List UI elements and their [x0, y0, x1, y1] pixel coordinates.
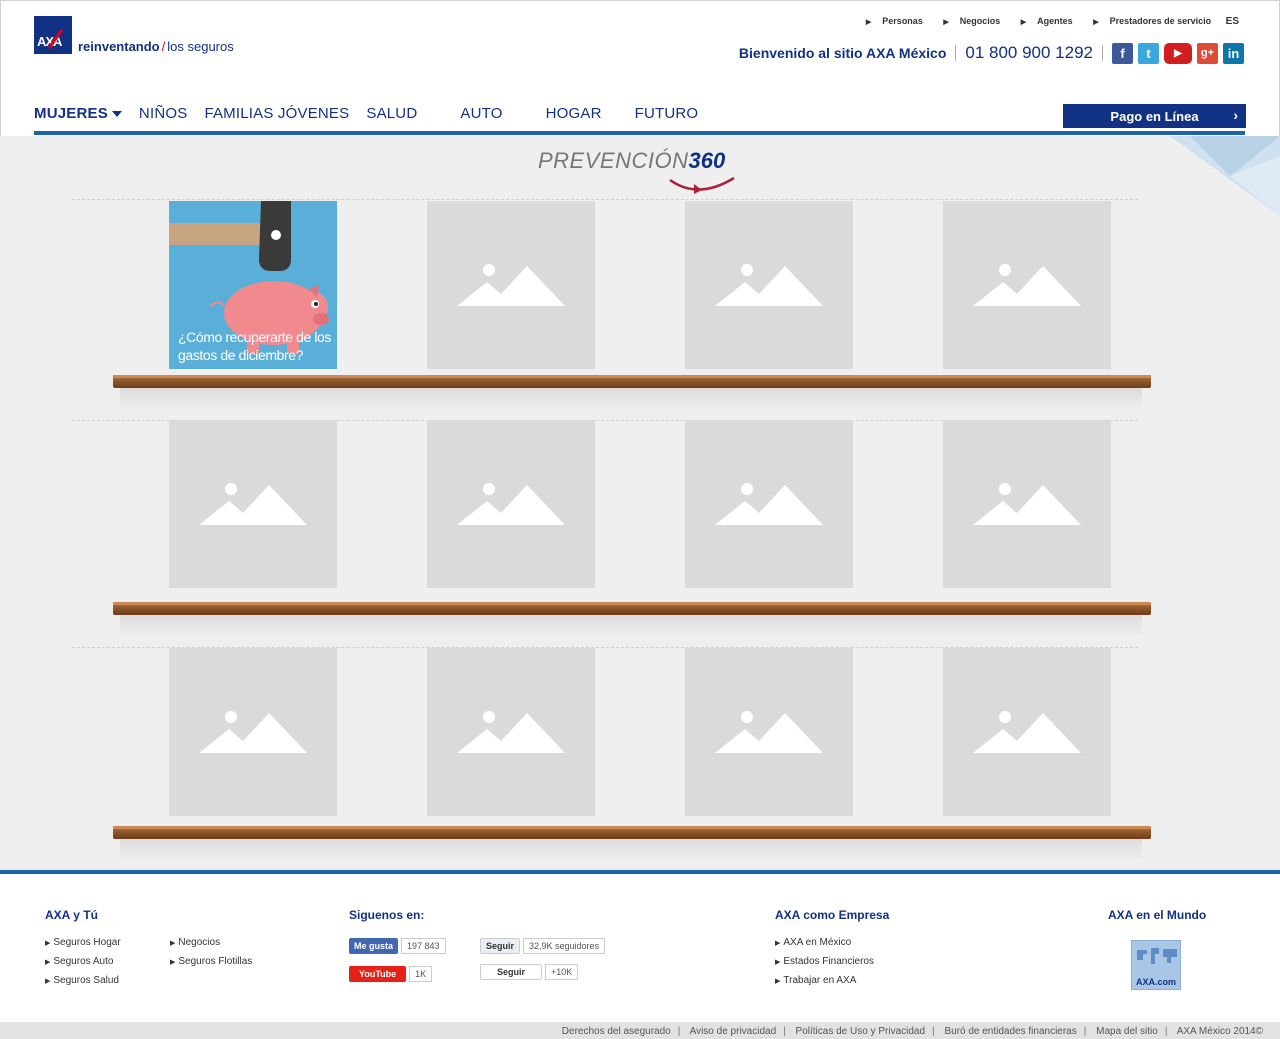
- article-tile-placeholder[interactable]: [169, 420, 337, 588]
- chevron-right-icon: ›: [1233, 107, 1238, 123]
- nav-item-familias[interactable]: FAMILIAS JÓVENES: [204, 105, 349, 122]
- footer-link[interactable]: ▶ Estados Financieros: [775, 953, 874, 972]
- footer-heading-empresa: AXA como Empresa: [775, 908, 890, 922]
- footer-links-col1: ▶ Seguros Hogar ▶ Seguros Auto ▶ Seguros Sa…: [45, 934, 121, 991]
- shelf: [113, 602, 1151, 615]
- nav-item-futuro[interactable]: FUTURO: [635, 105, 699, 122]
- youtube-subscribe-widget[interactable]: YouTube 1K: [349, 966, 433, 982]
- twitter-icon[interactable]: t: [1138, 42, 1159, 64]
- article-tile-placeholder[interactable]: [943, 648, 1111, 816]
- footer-link[interactable]: ▶ Seguros Auto: [45, 953, 121, 972]
- swoosh-icon: [669, 176, 735, 194]
- google-plus-icon[interactable]: g+: [1197, 42, 1218, 64]
- image-placeholder-icon: [973, 483, 1081, 525]
- nav-item-salud[interactable]: SALUD: [366, 105, 417, 122]
- featured-caption: ¿Cómo recuperarte de los gastos de dicie…: [178, 329, 332, 363]
- divider: [955, 45, 957, 61]
- footer-link[interactable]: ▶ Seguros Hogar: [45, 934, 121, 953]
- footer-link[interactable]: ▶ Seguros Salud: [45, 972, 121, 991]
- image-placeholder-icon: [973, 264, 1081, 306]
- image-placeholder-icon: [715, 483, 823, 525]
- language-selector[interactable]: ES: [1226, 16, 1239, 27]
- top-link-personas[interactable]: ▶ Personas: [857, 16, 923, 26]
- nav-item-hogar[interactable]: HOGAR: [546, 105, 602, 122]
- facebook-icon[interactable]: f: [1112, 42, 1133, 64]
- article-tile-placeholder[interactable]: [169, 648, 337, 816]
- facebook-like-widget[interactable]: Me gusta 197 843: [349, 938, 446, 954]
- featured-article-tile[interactable]: ¿Cómo recuperarte de los gastos de dicie…: [169, 201, 337, 369]
- shelf: [113, 375, 1151, 388]
- legal-link[interactable]: Políticas de Uso y Privacidad: [796, 1026, 926, 1037]
- footer-link[interactable]: ▶ Seguros Flotillas: [170, 953, 252, 972]
- top-link-agentes[interactable]: ▶ Agentes: [1012, 16, 1073, 26]
- top-link-negocios[interactable]: ▶ Negocios: [934, 16, 1000, 26]
- article-tile-placeholder[interactable]: [685, 201, 853, 369]
- top-link-prestadores[interactable]: ▶ Prestadores de servicio: [1084, 16, 1211, 26]
- legal-bar: Derechos del asegurado | Aviso de privaci…: [0, 1022, 1280, 1039]
- image-placeholder-icon: [199, 483, 307, 525]
- footer-link[interactable]: ▶ Trabajar en AXA: [775, 972, 874, 991]
- main-nav: MUJERES NIÑOS FAMILIAS JÓVENES SALUD AUT…: [34, 103, 715, 123]
- phone-number[interactable]: 01 800 900 1292: [965, 43, 1093, 63]
- welcome-bar: Bienvenido al sitio AXA México 01 800 90…: [739, 41, 1244, 65]
- nav-item-mujeres[interactable]: MUJERES: [34, 105, 122, 122]
- legal-link[interactable]: Mapa del sitio: [1096, 1026, 1158, 1037]
- chevron-down-icon: [111, 110, 122, 117]
- image-placeholder-icon: [457, 711, 565, 753]
- article-tile-placeholder[interactable]: [427, 420, 595, 588]
- top-links: ▶ Personas ▶ Negocios ▶ Agentes ▶ Prestadore…: [848, 16, 1239, 27]
- site-header: AXA reinventando / los seguros ▶ Personas ▶…: [0, 0, 1280, 136]
- footer-heading-axa-tu: AXA y Tú: [45, 908, 98, 922]
- article-tile-placeholder[interactable]: [685, 420, 853, 588]
- footer-heading-social: Siguenos en:: [349, 908, 425, 922]
- site-footer: AXA y Tú ▶ Seguros Hogar ▶ Seguros Auto ▶ S…: [0, 870, 1280, 1039]
- linkedin-icon[interactable]: in: [1223, 42, 1244, 64]
- footer-heading-mundo: AXA en el Mundo: [1108, 908, 1207, 922]
- article-tile-placeholder[interactable]: [943, 201, 1111, 369]
- article-tile-placeholder[interactable]: [685, 648, 853, 816]
- nav-underline: [34, 131, 1245, 135]
- axa-com-label: AXA.com: [1135, 977, 1176, 987]
- image-placeholder-icon: [973, 711, 1081, 753]
- welcome-text: Bienvenido al sitio AXA México: [738, 45, 947, 61]
- shelf-shadow: [120, 615, 1142, 637]
- shelf-shadow: [120, 388, 1142, 410]
- nav-item-auto[interactable]: AUTO: [460, 105, 502, 122]
- nav-item-ninos[interactable]: NIÑOS: [139, 105, 188, 122]
- divider: [1102, 45, 1103, 61]
- world-map-icon: [1137, 948, 1177, 964]
- legal-link[interactable]: Buró de entidades financieras: [944, 1026, 1076, 1037]
- image-placeholder-icon: [715, 264, 823, 306]
- legal-link[interactable]: Aviso de privacidad: [690, 1026, 777, 1037]
- youtube-icon[interactable]: ▶: [1164, 42, 1192, 64]
- social-links: f t ▶ g+ in: [1112, 42, 1244, 64]
- axa-com-badge[interactable]: AXA.com: [1131, 940, 1181, 990]
- page-title: PREVENCIÓN360: [538, 148, 735, 194]
- row-divider: [72, 199, 1138, 200]
- shelf-area: PREVENCIÓN360 ¿Cómo recuperarte de los g…: [0, 136, 1280, 870]
- image-placeholder-icon: [715, 711, 823, 753]
- tagline: reinventando / los seguros: [78, 39, 234, 54]
- article-tile-placeholder[interactable]: [427, 648, 595, 816]
- shelf: [113, 826, 1151, 839]
- legal-links: Derechos del asegurado | Aviso de privaci…: [561, 1026, 1263, 1037]
- image-placeholder-icon: [199, 711, 307, 753]
- decorative-corner: [1170, 136, 1280, 216]
- image-placeholder-icon: [457, 264, 565, 306]
- article-tile-placeholder[interactable]: [427, 201, 595, 369]
- twitter-follow-widget[interactable]: Seguir 32,9K seguidores: [480, 938, 606, 954]
- footer-links-empresa: ▶ AXA en México ▶ Estados Financieros ▶ Tra…: [775, 934, 874, 991]
- shelf-shadow: [120, 839, 1142, 861]
- footer-link[interactable]: ▶ Negocios: [170, 934, 252, 953]
- google-plus-follow-widget[interactable]: Seguir +10K: [480, 964, 579, 980]
- axa-logo[interactable]: AXA: [34, 16, 72, 54]
- copyright: AXA México 2014©: [1176, 1026, 1263, 1037]
- legal-link[interactable]: Derechos del asegurado: [562, 1026, 671, 1037]
- article-tile-placeholder[interactable]: [943, 420, 1111, 588]
- footer-link[interactable]: ▶ AXA en México: [775, 934, 874, 953]
- pay-online-button[interactable]: Pago en Línea ›: [1063, 104, 1246, 128]
- footer-links-col2: ▶ Negocios ▶ Seguros Flotillas: [170, 934, 252, 972]
- image-placeholder-icon: [457, 483, 565, 525]
